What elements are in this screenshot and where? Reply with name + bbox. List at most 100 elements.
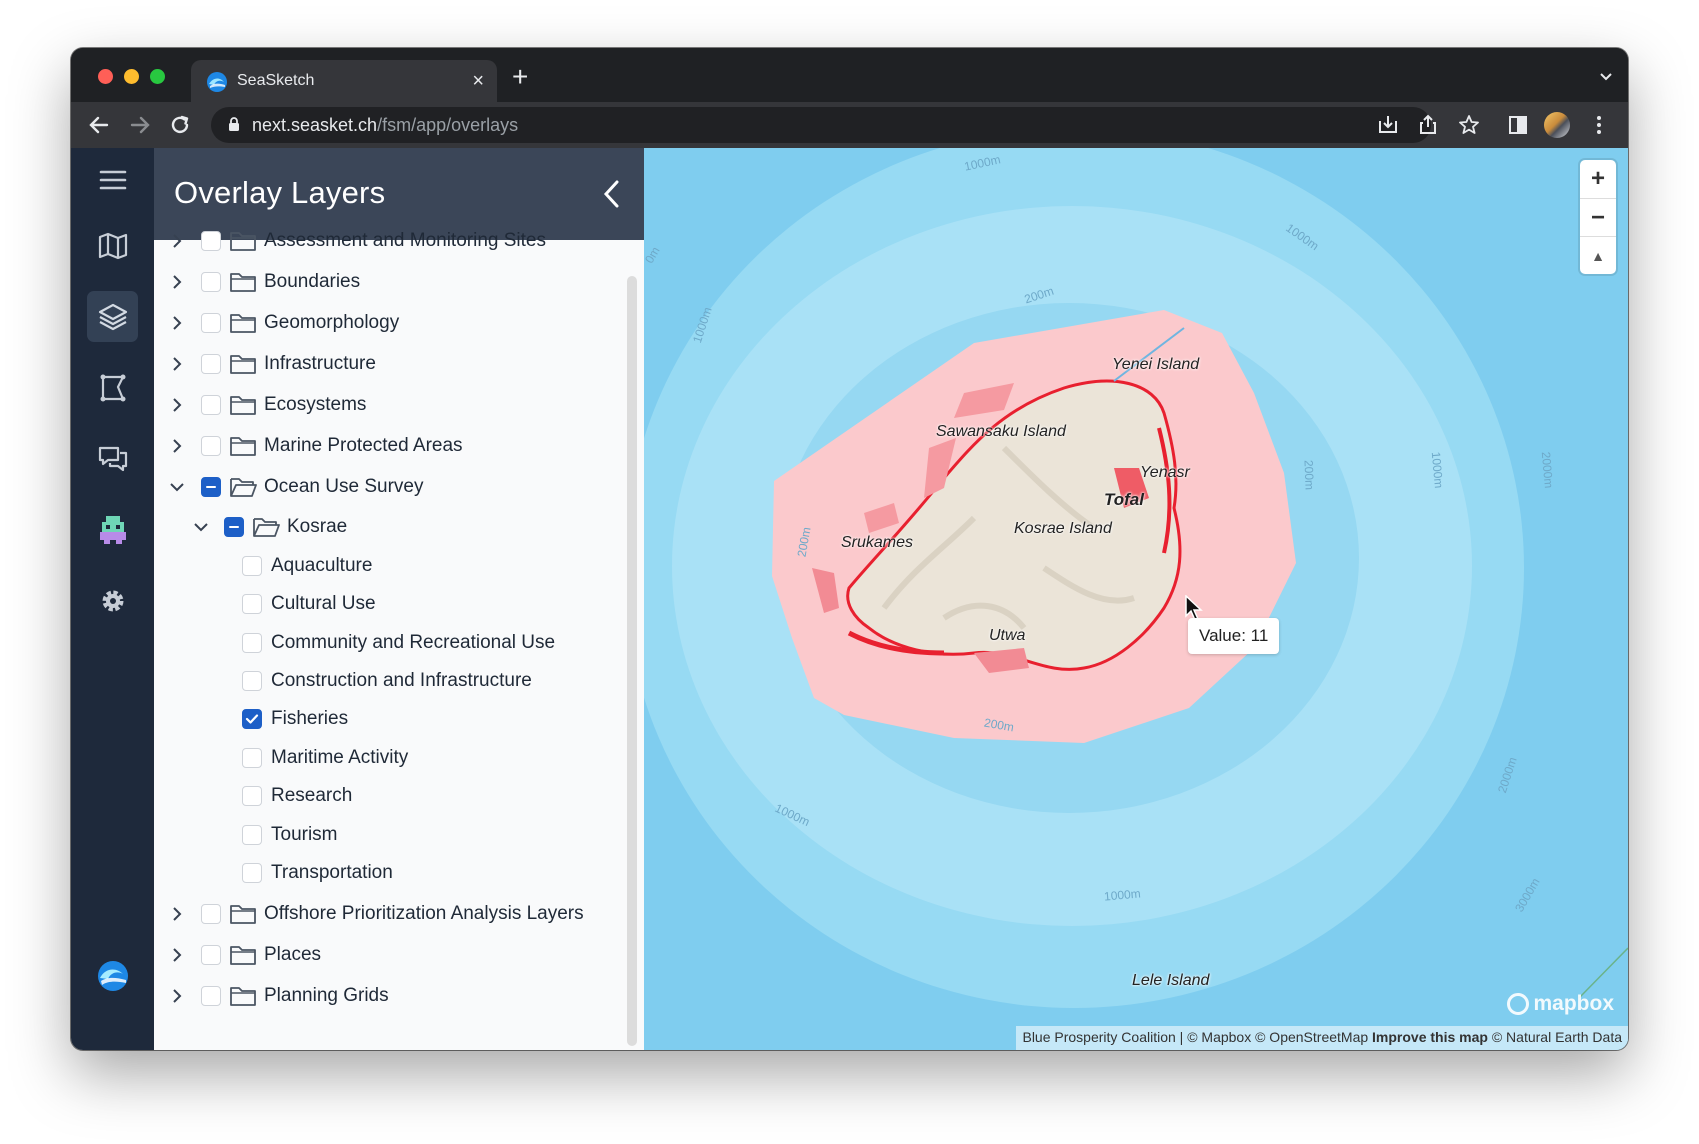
checkmark-icon xyxy=(245,714,259,724)
tree-folder-row[interactable]: Assessment and Monitoring Sites xyxy=(168,226,546,256)
install-app-icon[interactable] xyxy=(1375,112,1401,138)
share-icon[interactable] xyxy=(1415,112,1441,138)
layer-row[interactable]: Cultural Use xyxy=(242,589,376,619)
address-bar[interactable]: next.seasket.ch/fsm/app/overlays xyxy=(211,107,1431,143)
layer-row[interactable]: Maritime Activity xyxy=(242,743,408,773)
layer-checkbox[interactable] xyxy=(242,786,262,806)
zoom-in-button[interactable]: + xyxy=(1580,160,1616,198)
layer-row[interactable]: Transportation xyxy=(242,858,393,888)
tree-subfolder-row[interactable]: Kosrae xyxy=(192,512,347,542)
close-window-button[interactable] xyxy=(98,69,113,84)
zoom-out-button[interactable]: − xyxy=(1580,198,1616,236)
chevron-down-icon[interactable] xyxy=(192,518,210,536)
layer-checkbox-partial[interactable] xyxy=(224,517,244,537)
tab-close-icon[interactable]: × xyxy=(472,69,484,93)
layer-checkbox[interactable] xyxy=(242,671,262,691)
nav-rail xyxy=(71,148,154,1050)
user-avatar-icon[interactable] xyxy=(87,504,138,555)
menu-icon[interactable] xyxy=(87,154,138,205)
forward-arrow-icon[interactable] xyxy=(125,110,155,140)
overlay-layers-icon[interactable] xyxy=(87,291,138,342)
map-canvas[interactable]: 1000m 1000m 200m 1000m 200m 1000m 2000m … xyxy=(644,148,1628,1050)
layer-checkbox[interactable] xyxy=(201,436,221,456)
tree-folder-row[interactable]: Places xyxy=(168,940,321,970)
tree-folder-row[interactable]: Marine Protected Areas xyxy=(168,431,463,461)
layer-row[interactable]: Construction and Infrastructure xyxy=(242,666,532,696)
layer-row[interactable]: Research xyxy=(242,781,352,811)
reload-icon[interactable] xyxy=(165,110,195,140)
layer-row[interactable]: Fisheries xyxy=(242,704,348,734)
layer-label: Tourism xyxy=(271,824,338,845)
panel-scrollbar[interactable] xyxy=(627,276,637,1046)
layer-checkbox[interactable] xyxy=(242,825,262,845)
attribution-natural-earth[interactable]: © Natural Earth Data xyxy=(1488,1029,1622,1045)
tree-folder-row[interactable]: Ecosystems xyxy=(168,390,366,420)
layer-checkbox[interactable] xyxy=(201,904,221,924)
chevron-right-icon[interactable] xyxy=(168,437,186,455)
more-options-icon[interactable] xyxy=(1586,112,1612,138)
back-arrow-icon[interactable] xyxy=(84,110,114,140)
tree-folder-row[interactable]: Geomorphology xyxy=(168,308,399,338)
attribution-blue-prosperity[interactable]: Blue Prosperity Coalition xyxy=(1022,1029,1175,1045)
tree-folder-row[interactable]: Infrastructure xyxy=(168,349,376,379)
tab-strip: SeaSketch × + xyxy=(71,48,1628,104)
basemaps-map-icon[interactable] xyxy=(87,220,138,271)
layer-checkbox[interactable] xyxy=(242,863,262,883)
layer-checkbox[interactable] xyxy=(201,945,221,965)
place-label-utwa: Utwa xyxy=(989,627,1026,644)
layer-row[interactable]: Tourism xyxy=(242,820,338,850)
mapbox-logo[interactable]: mapbox xyxy=(1507,992,1614,1016)
folder-icon xyxy=(230,905,256,924)
chevron-right-icon[interactable] xyxy=(168,396,186,414)
new-tab-button[interactable]: + xyxy=(512,63,528,91)
layer-checkbox[interactable] xyxy=(242,748,262,768)
tree-folder-row[interactable]: Boundaries xyxy=(168,267,360,297)
tree-folder-row[interactable]: Planning Grids xyxy=(168,981,389,1011)
discussion-forums-icon[interactable] xyxy=(87,433,138,484)
layer-label: Transportation xyxy=(271,862,393,883)
layer-row[interactable]: Aquaculture xyxy=(242,551,372,581)
layer-checkbox-checked[interactable] xyxy=(242,709,262,729)
tree-folder-row[interactable]: Offshore Prioritization Analysis Layers xyxy=(168,899,584,929)
chevron-right-icon[interactable] xyxy=(168,355,186,373)
layer-label: Maritime Activity xyxy=(271,747,409,768)
bookmark-star-icon[interactable] xyxy=(1456,112,1482,138)
layer-checkbox[interactable] xyxy=(201,231,221,251)
zoom-window-button[interactable] xyxy=(150,69,165,84)
chevron-right-icon[interactable] xyxy=(168,314,186,332)
folder-icon xyxy=(230,437,256,456)
layer-checkbox[interactable] xyxy=(242,556,262,576)
profile-avatar[interactable] xyxy=(1544,112,1570,138)
browser-tab[interactable]: SeaSketch × xyxy=(191,60,497,104)
layer-checkbox-partial[interactable] xyxy=(201,477,221,497)
tab-search-chevron-icon[interactable] xyxy=(1598,68,1614,84)
settings-gear-icon[interactable] xyxy=(87,575,138,626)
lock-icon xyxy=(229,117,239,131)
chevron-right-icon[interactable] xyxy=(168,905,186,923)
improve-map-link[interactable]: Improve this map xyxy=(1372,1029,1488,1045)
overlay-layers-panel: Overlay Layers Assessment and Monitoring… xyxy=(154,148,644,1050)
side-panel-icon[interactable] xyxy=(1505,112,1531,138)
layer-checkbox[interactable] xyxy=(201,313,221,333)
collapse-panel-chevron-icon[interactable] xyxy=(600,178,624,210)
chevron-right-icon[interactable] xyxy=(168,273,186,291)
attribution-copyright[interactable]: | © Mapbox © OpenStreetMap xyxy=(1176,1029,1372,1045)
seasketch-logo-icon[interactable] xyxy=(87,950,138,1001)
minimize-window-button[interactable] xyxy=(124,69,139,84)
layer-checkbox[interactable] xyxy=(242,594,262,614)
layer-checkbox[interactable] xyxy=(201,395,221,415)
chevron-right-icon[interactable] xyxy=(168,946,186,964)
layer-checkbox[interactable] xyxy=(242,633,262,653)
compass-reset-north-icon[interactable]: ▲ xyxy=(1580,236,1616,274)
layer-label: Fisheries xyxy=(271,708,349,729)
layer-checkbox[interactable] xyxy=(201,986,221,1006)
tree-folder-row-expanded[interactable]: Ocean Use Survey xyxy=(168,472,423,502)
layer-checkbox[interactable] xyxy=(201,272,221,292)
chevron-right-icon[interactable] xyxy=(168,232,186,250)
layer-row[interactable]: Community and Recreational Use xyxy=(242,628,555,658)
layer-checkbox[interactable] xyxy=(201,354,221,374)
sketching-icon[interactable] xyxy=(87,362,138,413)
chevron-right-icon[interactable] xyxy=(168,987,186,1005)
tree-item-label: Boundaries xyxy=(264,271,361,292)
chevron-down-icon[interactable] xyxy=(168,478,186,496)
